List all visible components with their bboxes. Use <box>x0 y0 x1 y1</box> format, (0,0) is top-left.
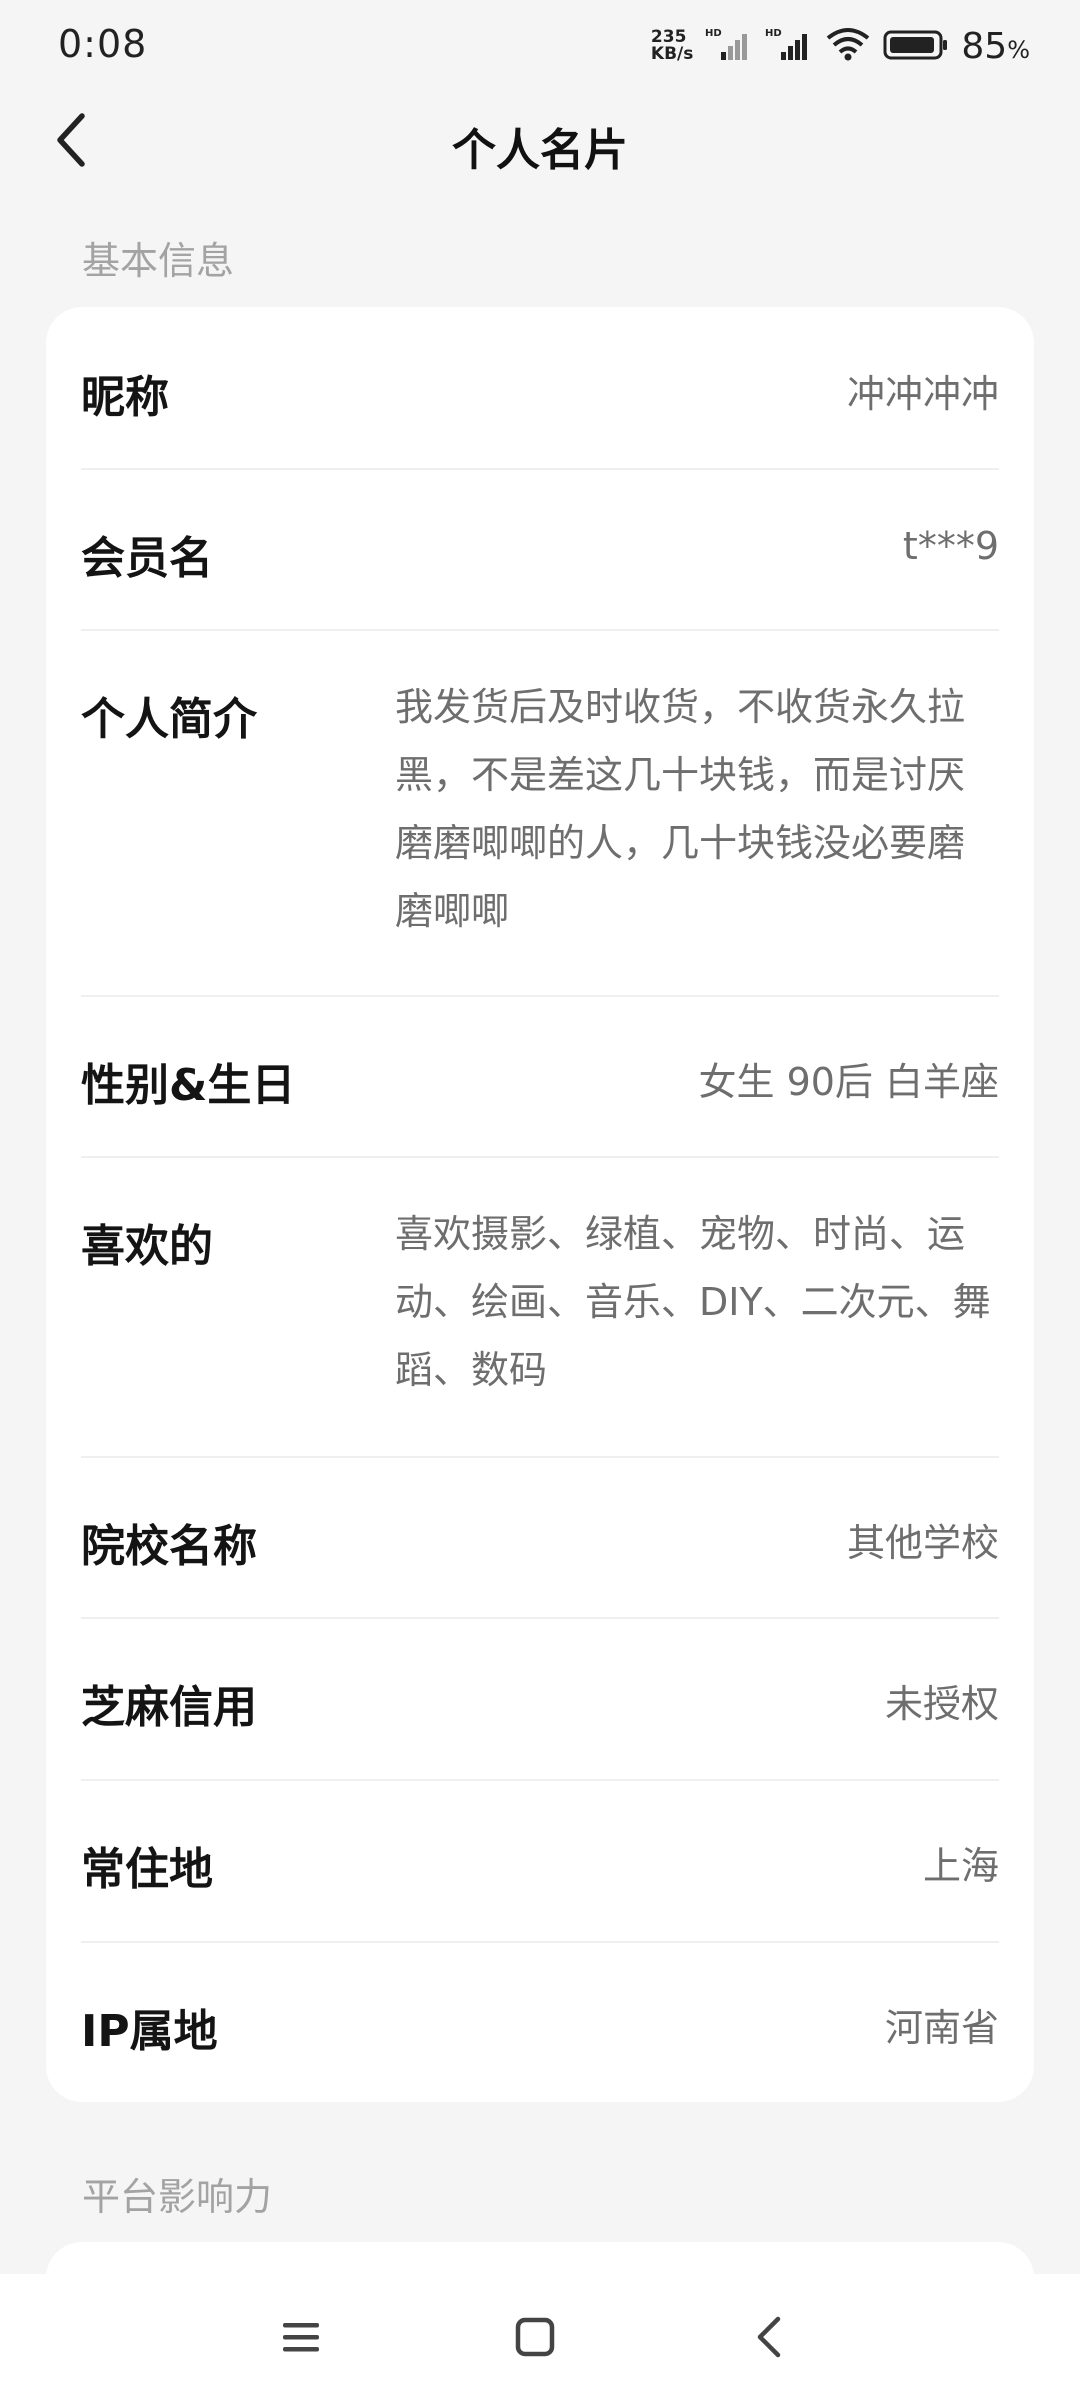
menu-button[interactable] <box>266 2304 336 2374</box>
navigation-bar <box>0 2274 1080 2400</box>
info-row-ip-location[interactable]: IP属地 河南省 <box>81 1941 999 2102</box>
hd-signal-icon: HD <box>705 26 753 66</box>
row-label: 昵称 <box>81 372 169 423</box>
info-row-residence[interactable]: 常住地 上海 <box>81 1779 999 1943</box>
svg-text:HD: HD <box>705 28 722 39</box>
info-row-bio[interactable]: 个人简介 我发货后及时收货，不收货永久拉黑，不是差这几十块钱，而是讨厌磨磨唧唧的… <box>81 629 999 997</box>
home-icon <box>513 2315 557 2363</box>
row-value: 上海 <box>922 1844 999 1888</box>
status-time: 0:08 <box>58 22 148 66</box>
row-value: 女生 90后 白羊座 <box>698 1060 999 1104</box>
header: 个人名片 <box>0 92 1080 194</box>
info-row-school[interactable]: 院校名称 其他学校 <box>81 1456 999 1619</box>
menu-icon <box>279 2315 323 2363</box>
info-row-gender-birthday[interactable]: 性别&生日 女生 90后 白羊座 <box>81 995 999 1158</box>
row-label: 会员名 <box>81 533 213 584</box>
row-value: t***9 <box>902 524 999 568</box>
info-row-sesame-credit[interactable]: 芝麻信用 未授权 <box>81 1617 999 1781</box>
row-value: 喜欢摄影、绿植、宠物、时尚、运动、绘画、音乐、DIY、二次元、舞蹈、数码 <box>395 1212 991 1392</box>
hd-signal-icon: HD <box>765 26 813 66</box>
row-value: 河南省 <box>884 2006 999 2050</box>
status-icons: 235 KB/s HD HD 85% <box>651 22 1030 70</box>
row-value: 未授权 <box>884 1682 999 1726</box>
back-icon <box>748 2315 792 2363</box>
svg-text:HD: HD <box>765 28 782 39</box>
status-bar: 0:08 235 KB/s HD HD 85% <box>0 0 1080 92</box>
section-label-platform-influence: 平台影响力 <box>82 2175 273 2219</box>
basic-info-card: 昵称 冲冲冲冲 会员名 t***9 个人简介 我发货后及时收货，不收货永久拉黑，… <box>46 307 1034 2102</box>
page-title: 个人名片 <box>452 125 628 176</box>
info-row-member-name[interactable]: 会员名 t***9 <box>81 468 999 631</box>
row-value: 冲冲冲冲 <box>846 372 999 416</box>
wifi-icon <box>825 26 871 66</box>
battery-percent: 85% <box>961 25 1030 67</box>
network-speed: 235 KB/s <box>651 29 693 63</box>
row-label: IP属地 <box>81 2006 218 2057</box>
home-button[interactable] <box>500 2304 570 2374</box>
row-label: 喜欢的 <box>81 1221 213 1272</box>
info-row-interests[interactable]: 喜欢的 喜欢摄影、绿植、宠物、时尚、运动、绘画、音乐、DIY、二次元、舞蹈、数码 <box>81 1156 999 1458</box>
row-label: 常住地 <box>81 1844 213 1895</box>
row-label: 芝麻信用 <box>81 1682 257 1733</box>
section-label-basic-info: 基本信息 <box>82 239 235 283</box>
row-label: 个人简介 <box>81 694 257 745</box>
network-speed-unit: KB/s <box>650 44 694 64</box>
row-value: 其他学校 <box>846 1521 999 1565</box>
row-label: 院校名称 <box>81 1521 257 1572</box>
info-row-nickname[interactable]: 昵称 冲冲冲冲 <box>81 307 999 470</box>
battery-icon <box>883 26 949 66</box>
row-value: 我发货后及时收货，不收货永久拉黑，不是差这几十块钱，而是讨厌磨磨唧唧的人，几十块… <box>395 685 966 933</box>
row-label: 性别&生日 <box>81 1060 296 1111</box>
system-back-button[interactable] <box>735 2304 805 2374</box>
